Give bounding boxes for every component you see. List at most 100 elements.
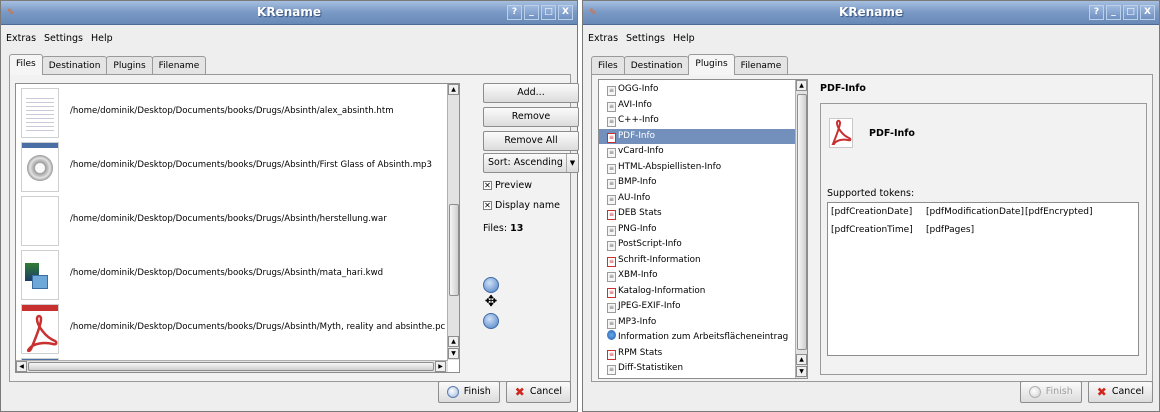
tab-files[interactable]: Files — [9, 54, 43, 75]
move-cross-icon[interactable]: ✥ — [483, 294, 499, 310]
title-bar[interactable]: ✎ KRename ? _ □ X — [583, 1, 1159, 25]
file-row[interactable]: /home/dominik/Desktop/Documents/books/Dr… — [16, 140, 446, 192]
tab-plugins[interactable]: Plugins — [688, 54, 735, 75]
remove-button[interactable]: Remove — [483, 107, 579, 127]
package-icon: ≡ — [607, 287, 616, 298]
plugin-item[interactable]: ≡ C++-Info — [599, 113, 795, 128]
minimize-button[interactable]: _ — [1106, 5, 1121, 20]
close-button[interactable]: X — [558, 5, 573, 20]
package-icon: ≡ — [607, 132, 616, 143]
file-row[interactable]: /home/dominik/Desktop/Documents/books/Dr… — [16, 194, 446, 246]
plugin-list-scrollbar[interactable]: ▲ ▲ ▼ — [795, 80, 807, 378]
plugin-item[interactable]: ≡ HTML-Abspiellisten-Info — [599, 160, 795, 175]
plugin-item[interactable]: ≡ Katalog-Information — [599, 284, 795, 299]
token[interactable]: [pdfEncrypted] — [1025, 207, 1092, 217]
file-list-horizontal-scrollbar[interactable]: ◀ ▶ — [16, 360, 448, 372]
display-name-checkbox[interactable]: ✕ Display name — [483, 200, 560, 211]
move-up-icon[interactable] — [483, 277, 499, 293]
tab-filename[interactable]: Filename — [151, 56, 207, 75]
plugin-label: JPEG-EXIF-Info — [618, 301, 681, 311]
scroll-down-icon[interactable]: ▼ — [796, 366, 807, 377]
plugin-label: PNG-Info — [618, 223, 657, 234]
menu-help[interactable]: Help — [672, 33, 696, 44]
file-list[interactable]: /home/dominik/Desktop/Documents/books/Dr… — [15, 83, 460, 373]
add-button[interactable]: Add... — [483, 83, 579, 103]
help-button[interactable]: ? — [1089, 5, 1104, 20]
finish-button[interactable]: Finish — [437, 381, 500, 403]
finish-label: Finish — [463, 386, 491, 397]
plugin-item[interactable]: ≡ AVI-Info — [599, 98, 795, 113]
maximize-button[interactable]: □ — [541, 5, 556, 20]
maximize-button[interactable]: □ — [1123, 5, 1138, 20]
package-icon: ≡ — [607, 256, 616, 267]
token[interactable]: [pdfCreationTime] — [831, 225, 913, 235]
menu-settings[interactable]: Settings — [43, 33, 84, 44]
scroll-down-icon[interactable]: ▼ — [448, 348, 459, 359]
scroll-up-icon[interactable]: ▲ — [796, 354, 807, 365]
cancel-label: Cancel — [529, 386, 562, 397]
help-button[interactable]: ? — [507, 5, 522, 20]
scroll-up-icon[interactable]: ▲ — [448, 336, 459, 347]
plugin-item[interactable]: ≡ Schrift-Information — [599, 253, 795, 268]
finish-button[interactable]: Finish — [1019, 381, 1082, 403]
cancel-button[interactable]: ✖ Cancel — [505, 381, 571, 403]
menu-extras[interactable]: Extras — [5, 33, 37, 44]
document-icon: ≡ — [607, 148, 616, 158]
plugin-item[interactable]: Information zum Arbeitsflächeneintrag — [599, 330, 795, 345]
html-thumbnail-icon — [21, 88, 59, 138]
tab-destination[interactable]: Destination — [623, 56, 690, 75]
file-row[interactable]: /home/dominik/Desktop/Documents/books/Dr… — [16, 248, 446, 300]
presentation-file-icon — [21, 250, 59, 300]
tokens-box[interactable]: [pdfCreationDate] [pdfModificationDate] … — [827, 202, 1139, 356]
plugin-item[interactable]: ≡ MP3-Info — [599, 315, 795, 330]
plugin-item[interactable]: ≡ Diff-Statistiken — [599, 361, 795, 376]
close-button[interactable]: X — [1140, 5, 1155, 20]
move-down-icon[interactable] — [483, 313, 499, 329]
file-row[interactable]: /home/dominik/Desktop/Documents/books/Dr… — [16, 86, 446, 138]
remove-all-button[interactable]: Remove All — [483, 131, 579, 151]
tab-plugins[interactable]: Plugins — [106, 56, 153, 75]
title-bar[interactable]: ✎ KRename ? _ □ X — [1, 1, 577, 25]
token[interactable]: [pdfPages] — [926, 225, 974, 235]
scrollbar-thumb[interactable] — [28, 362, 434, 371]
token[interactable]: [pdfCreationDate] — [831, 207, 912, 217]
tab-files[interactable]: Files — [591, 56, 625, 75]
scrollbar-thumb[interactable] — [449, 204, 459, 296]
plugin-item[interactable]: ≡ PDF-Info — [599, 128, 795, 144]
plugin-label: AVI-Info — [618, 99, 652, 110]
plugin-item[interactable]: ≡ vCard-Info — [599, 144, 795, 159]
scrollbar-thumb[interactable] — [797, 94, 807, 350]
scroll-right-icon[interactable]: ▶ — [435, 361, 446, 372]
plugin-item[interactable]: ≡ AU-Info — [599, 191, 795, 206]
file-list-vertical-scrollbar[interactable]: ▲ ▲ ▼ — [447, 84, 459, 360]
tab-filename[interactable]: Filename — [733, 56, 789, 75]
plugin-list[interactable]: ≡ OGG-Info ≡ AVI-Info ≡ C++-Info ≡ PDF-Info ≡ vCa… — [598, 79, 808, 379]
cancel-icon: ✖ — [514, 385, 525, 399]
document-icon: ≡ — [607, 225, 616, 236]
tab-destination[interactable]: Destination — [41, 56, 108, 75]
minimize-button[interactable]: _ — [524, 5, 539, 20]
preview-checkbox[interactable]: ✕ Preview — [483, 180, 532, 191]
menu-settings[interactable]: Settings — [625, 33, 666, 44]
plugin-label: Diff-Statistiken — [618, 363, 684, 373]
plugin-item[interactable]: ≡ PostScript-Info — [599, 237, 795, 252]
menu-help[interactable]: Help — [90, 33, 114, 44]
scroll-left-icon[interactable]: ◀ — [16, 361, 27, 372]
desktop-entry-icon — [607, 330, 616, 340]
menu-extras[interactable]: Extras — [587, 33, 619, 44]
plugin-item[interactable]: ≡ PNG-Info — [599, 222, 795, 237]
plugin-item[interactable]: ≡ XBM-Info — [599, 268, 795, 283]
sort-dropdown[interactable]: Sort: Ascending ▼ — [483, 153, 579, 173]
plugin-item[interactable]: ≡ OGG-Info — [599, 82, 795, 97]
plugin-item[interactable]: ≡ DEB Stats — [599, 206, 795, 221]
dialog-buttons: Finish ✖ Cancel — [1019, 381, 1153, 403]
plugin-item[interactable]: ≡ JPEG-EXIF-Info — [599, 299, 795, 314]
plugin-item[interactable]: ≡ RPM Stats — [599, 346, 795, 361]
scroll-up-icon[interactable]: ▲ — [448, 84, 459, 95]
cancel-button[interactable]: ✖ Cancel — [1087, 381, 1153, 403]
plugins-panel: ≡ OGG-Info ≡ AVI-Info ≡ C++-Info ≡ PDF-Info ≡ vCa… — [591, 74, 1153, 382]
scroll-up-icon[interactable]: ▲ — [796, 80, 807, 91]
file-row[interactable]: /home/dominik/Desktop/Documents/books/Dr… — [16, 302, 446, 354]
token[interactable]: [pdfModificationDate] — [926, 207, 1024, 217]
plugin-item[interactable]: ≡ BMP-Info — [599, 175, 795, 190]
